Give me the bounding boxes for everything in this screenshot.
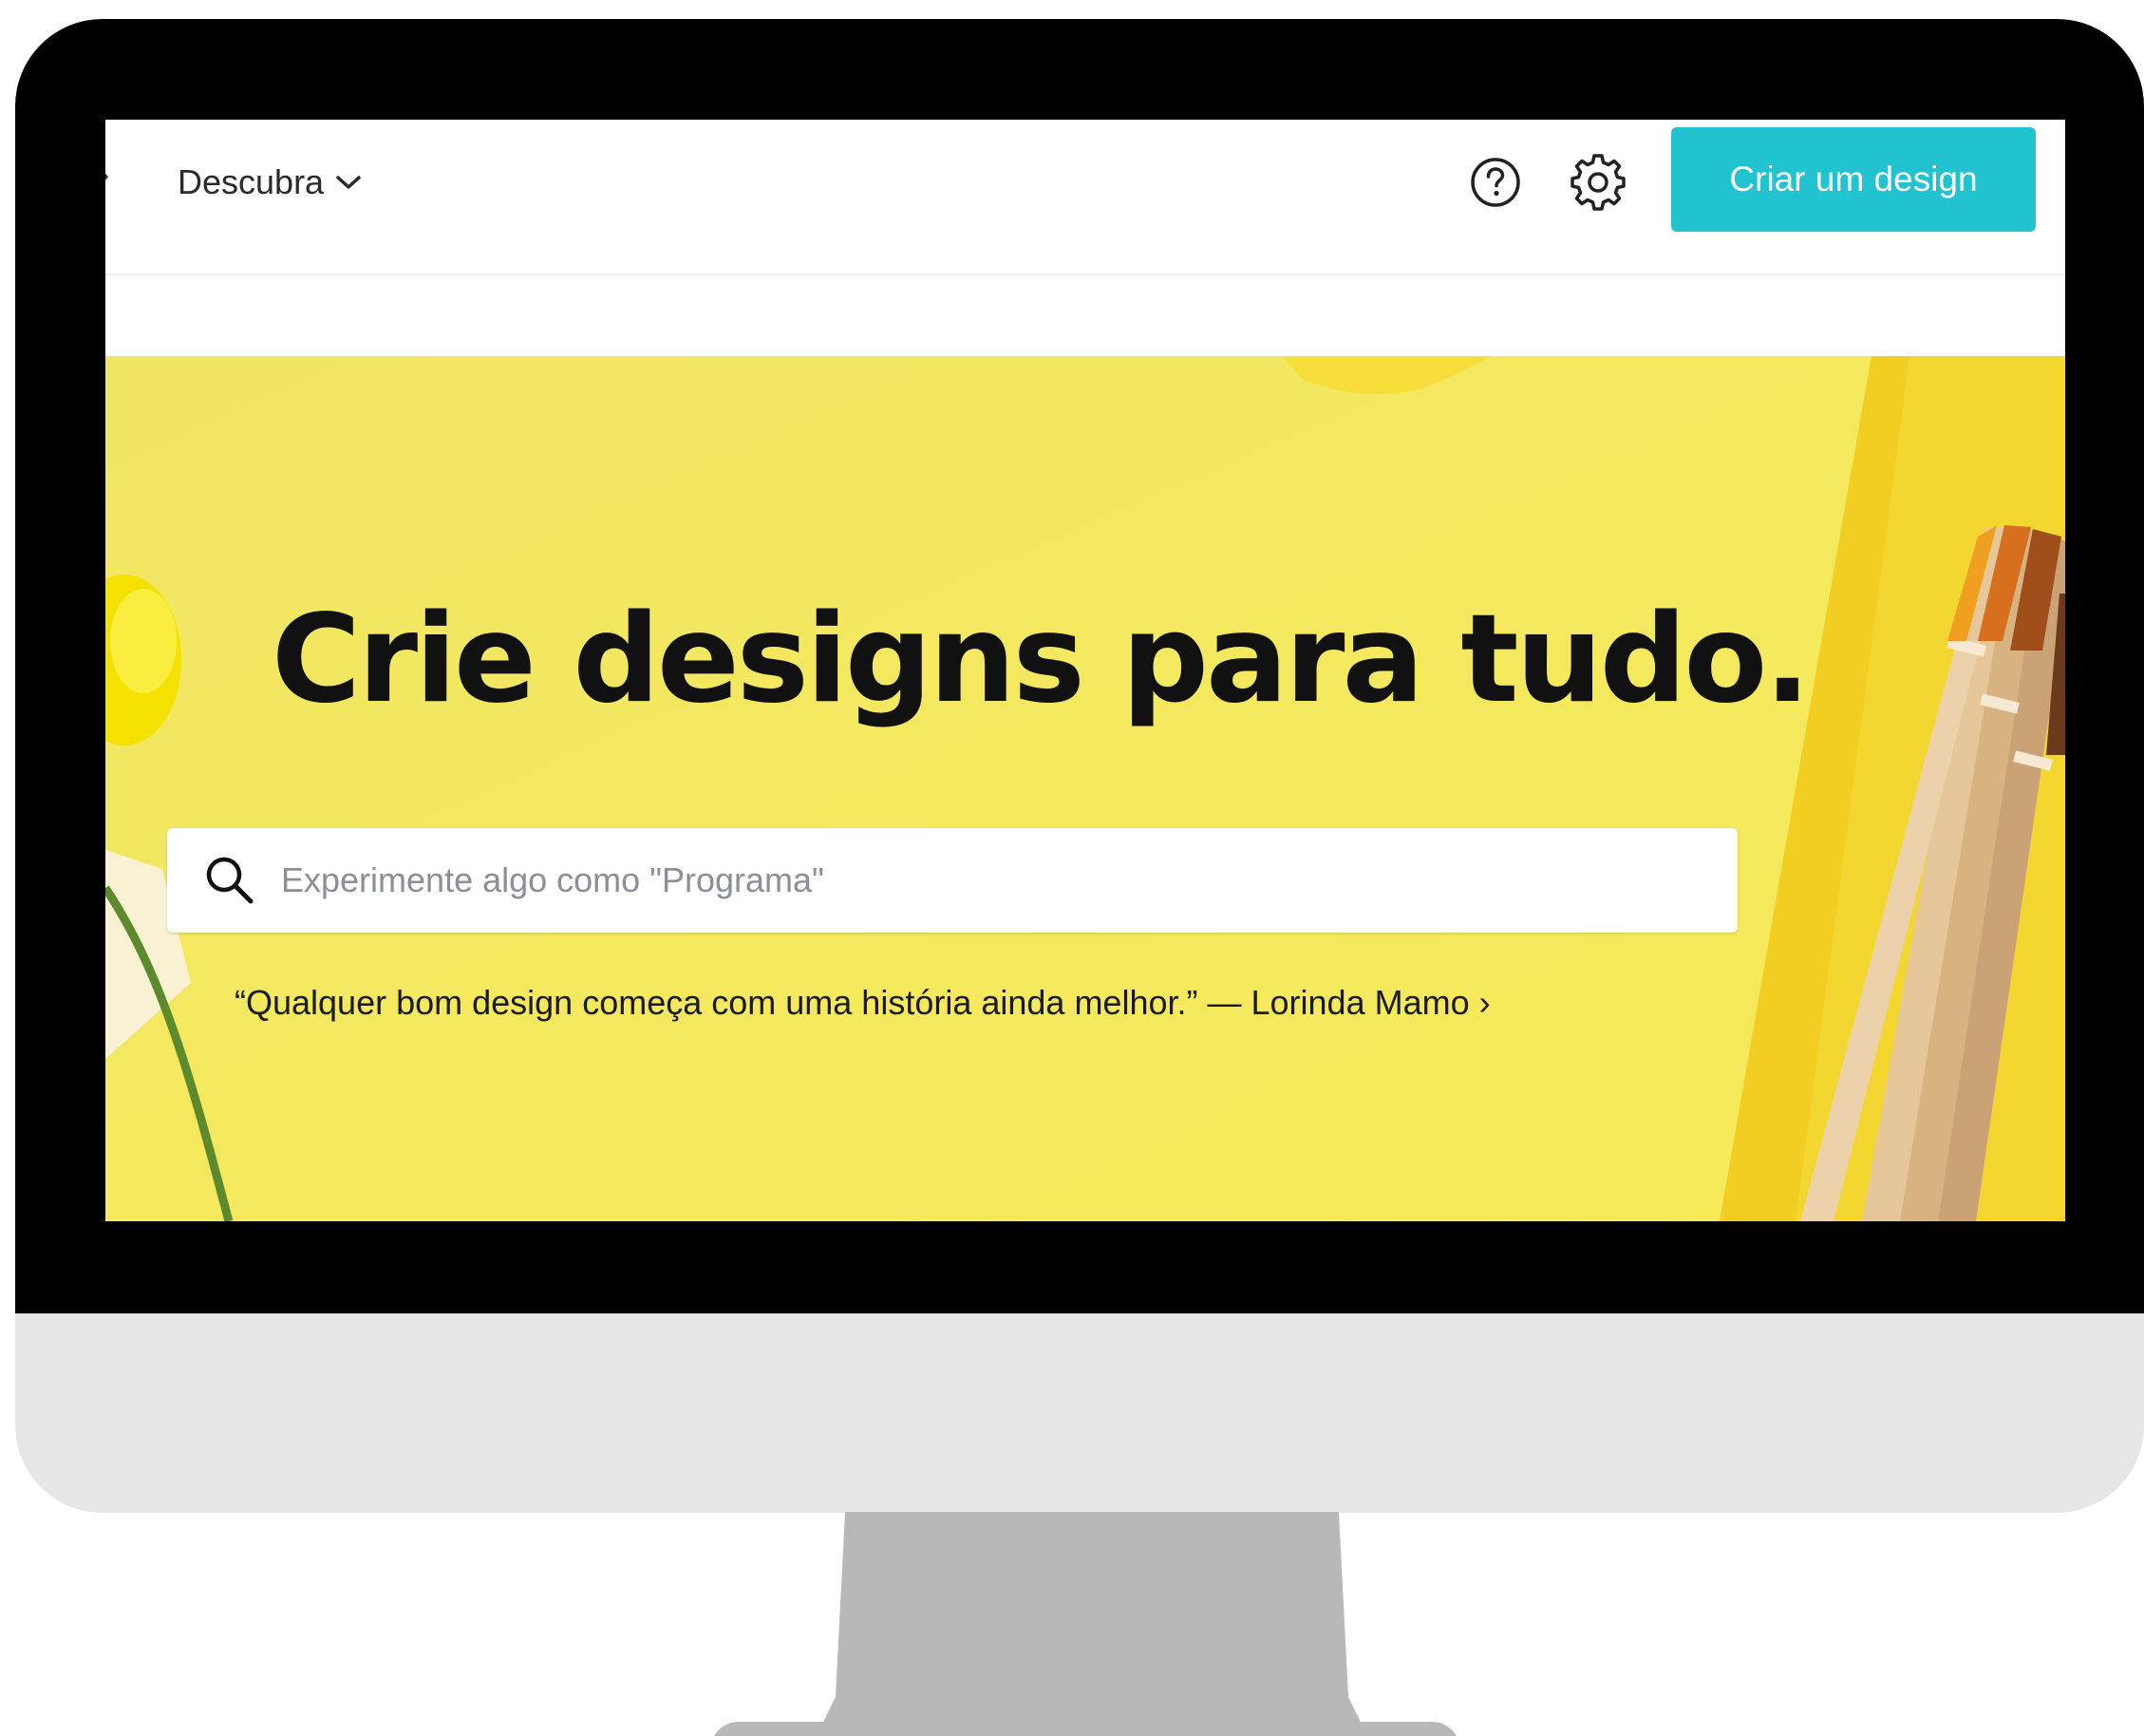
question-circle-icon (1471, 158, 1520, 207)
browser-screen: › Descubra Criar um design (105, 120, 2065, 1221)
hero-banner: Crie designs para tudo. “Qualquer bom de… (105, 356, 2065, 1221)
truncated-nav-glyph: › (105, 160, 109, 192)
monitor-stand (817, 1512, 1367, 1736)
featured-quote-link[interactable]: “Qualquer bom design começa com uma hist… (235, 983, 1491, 1023)
search-icon (203, 854, 279, 907)
chevron-down-icon (336, 176, 361, 189)
hero-background-image (105, 356, 2065, 1221)
settings-button[interactable] (1568, 152, 1628, 213)
hero-title: Crie designs para tudo. (272, 589, 1811, 730)
create-design-button[interactable]: Criar um design (1671, 127, 2036, 232)
search-bar (167, 828, 1738, 933)
help-button[interactable] (1465, 152, 1526, 213)
discover-menu[interactable]: Descubra (178, 154, 362, 211)
search-input[interactable] (279, 841, 1688, 919)
top-navigation-bar: › Descubra Criar um design (105, 120, 2065, 275)
monitor-stand-base (710, 1722, 1460, 1736)
gear-icon (1570, 154, 1626, 211)
discover-menu-label: Descubra (178, 162, 325, 201)
